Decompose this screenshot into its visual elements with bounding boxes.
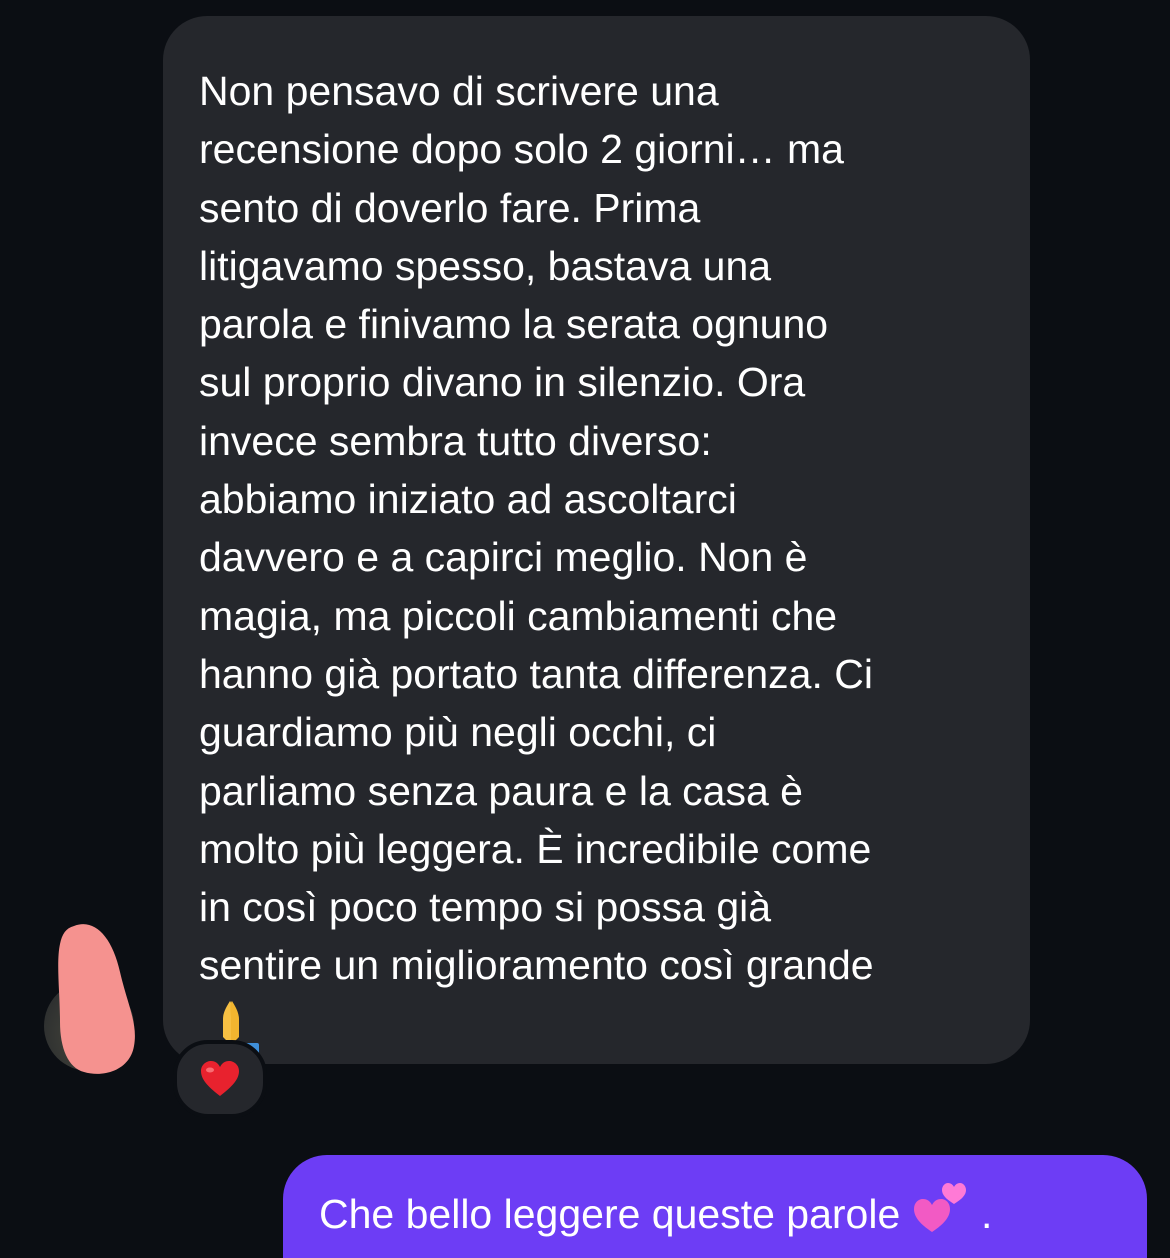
two-hearts-emoji [913, 1183, 966, 1232]
incoming-message-bubble[interactable]: Non pensavo di scrivere una recensione d… [163, 16, 1030, 1064]
outgoing-message-text: Che bello leggere queste parole [319, 1191, 901, 1237]
outgoing-message-bubble[interactable]: Che bello leggere queste parole . [283, 1155, 1147, 1258]
redaction-mark [58, 924, 135, 1074]
incoming-message-text: Non pensavo di scrivere una recensione d… [199, 68, 874, 989]
message-reaction[interactable] [173, 1040, 267, 1118]
outgoing-message-suffix: . [969, 1191, 993, 1237]
red-heart-emoji [201, 1061, 239, 1096]
outgoing-message-line1: Che bello leggere queste parole . [319, 1182, 1111, 1243]
